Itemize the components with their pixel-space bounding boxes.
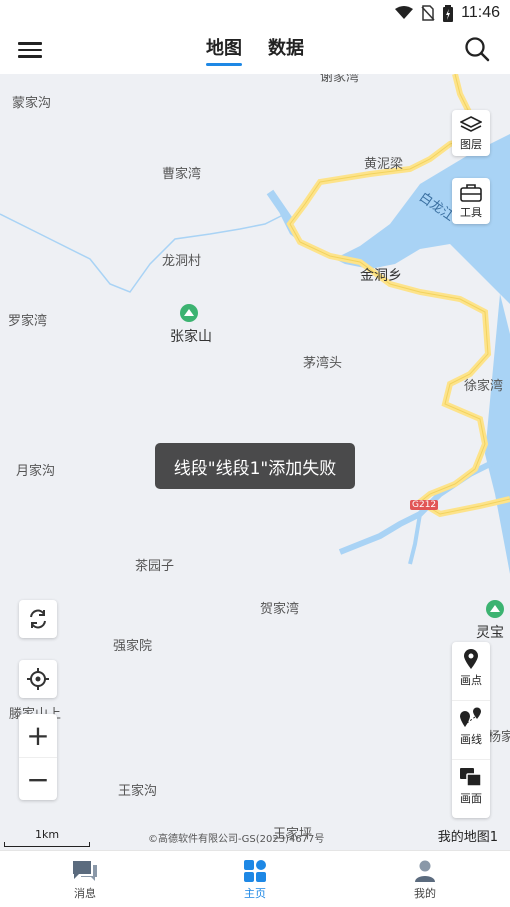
- place-label: 茅湾头: [303, 356, 343, 371]
- map-copyright: ©高德软件有限公司-GS(2023)4677号: [148, 834, 325, 845]
- place-label: 黄泥梁: [364, 157, 404, 172]
- draw-line-label: 画线: [460, 733, 482, 746]
- map-name: 我的地图1: [437, 830, 498, 845]
- tools-label: 工具: [460, 206, 482, 219]
- refresh-icon: [30, 609, 46, 629]
- place-label: 强家院: [113, 639, 153, 654]
- place-label: 蒙家沟: [12, 96, 52, 111]
- nav-home[interactable]: 主页: [170, 851, 340, 907]
- place-label: 金洞乡: [360, 268, 402, 284]
- nav-mine-label: 我的: [414, 887, 436, 900]
- status-bar: 11:46: [0, 0, 510, 28]
- mountain-poi-icon[interactable]: [180, 304, 198, 322]
- home-grid-icon: [244, 860, 266, 882]
- wifi-icon: [395, 6, 414, 19]
- layers-label: 图层: [460, 138, 482, 151]
- place-label: 茶园子: [135, 559, 175, 574]
- place-label: 王家沟: [118, 784, 158, 799]
- user-icon: [415, 860, 435, 882]
- draw-point-label: 画点: [460, 674, 482, 687]
- draw-area-label: 画面: [460, 792, 482, 805]
- place-label: 罗家湾: [8, 314, 48, 329]
- place-label: 月家沟: [16, 464, 56, 479]
- place-label: 张家山: [170, 329, 212, 345]
- layers-button[interactable]: 图层: [452, 110, 490, 156]
- top-tabs: 地图 数据: [0, 32, 510, 66]
- rotate-button[interactable]: [19, 600, 57, 638]
- zoom-controls: + −: [19, 714, 57, 800]
- toast-message: 线段"线段1"添加失败: [155, 443, 355, 489]
- polygon-icon: [460, 768, 482, 787]
- draw-point-button[interactable]: 画点: [452, 648, 490, 701]
- scale-label: 1km: [34, 828, 60, 841]
- toolbox-icon: [460, 184, 482, 202]
- tab-data[interactable]: 数据: [266, 32, 306, 66]
- nav-messages-label: 消息: [74, 887, 96, 900]
- tools-button[interactable]: 工具: [452, 178, 490, 224]
- place-label: 曹家湾: [162, 167, 202, 182]
- place-label: 龙洞村: [162, 254, 202, 269]
- zoom-in-button[interactable]: +: [19, 714, 57, 757]
- chat-icon: [73, 861, 97, 881]
- bottom-nav: 消息 主页 我的: [0, 850, 510, 907]
- place-label: 杨家: [488, 730, 510, 745]
- zoom-out-button[interactable]: −: [19, 757, 57, 801]
- draw-area-button[interactable]: 画面: [452, 766, 490, 818]
- nav-home-label: 主页: [244, 887, 266, 900]
- search-icon: [465, 37, 490, 62]
- locate-button[interactable]: [19, 660, 57, 698]
- layers-icon: [460, 116, 482, 132]
- map-pin-icon: [464, 649, 478, 669]
- place-label: 谢家湾: [320, 74, 360, 85]
- search-button[interactable]: [464, 36, 490, 62]
- nav-mine[interactable]: 我的: [340, 851, 510, 907]
- draw-line-button[interactable]: 画线: [452, 707, 490, 760]
- locate-icon: [27, 668, 49, 690]
- battery-icon: [443, 4, 454, 22]
- mountain-poi-icon[interactable]: [486, 600, 504, 618]
- map-canvas[interactable]: 蒙家沟 谢家湾 曹家湾 黄泥梁 白龙江 龙洞村 金洞乡 罗家湾 张家山 茅湾头 …: [0, 74, 510, 850]
- road-shield: G212: [410, 500, 439, 510]
- tab-map[interactable]: 地图: [204, 32, 244, 66]
- place-label: 灵宝: [476, 625, 504, 641]
- place-label: 贺家湾: [260, 602, 300, 617]
- draw-toolbar: 画点 画线 画面: [452, 642, 490, 818]
- status-time: 11:46: [461, 4, 500, 21]
- place-label: 徐家湾: [464, 379, 504, 394]
- no-sim-icon: [421, 5, 435, 21]
- app-header: 地图 数据: [0, 28, 510, 74]
- line-pins-icon: [460, 707, 481, 727]
- scale-bar: 1km: [4, 828, 90, 847]
- nav-messages[interactable]: 消息: [0, 851, 170, 907]
